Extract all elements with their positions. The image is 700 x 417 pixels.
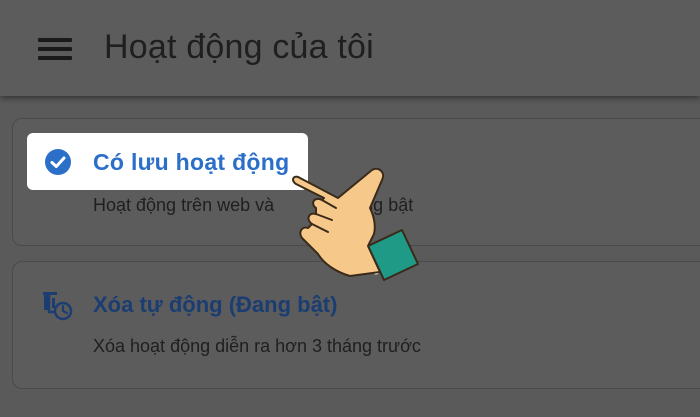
auto-delete-subtitle: Xóa hoạt động diễn ra hơn 3 tháng trước [93,336,421,356]
auto-delete-icon [43,292,73,321]
hamburger-menu-icon[interactable] [38,36,72,62]
menu-line [38,56,72,60]
activity-saving-title[interactable]: Có lưu hoạt động [93,149,289,176]
subtitle-text-left: Hoạt động trên web và [93,195,275,215]
menu-line [38,38,72,42]
page-title: Hoạt động của tôi [104,28,374,66]
auto-delete-title[interactable]: Xóa tự động (Đang bật) [93,292,337,318]
check-circle-icon [45,149,71,175]
pointing-hand-icon [292,168,419,281]
app-bar: Hoạt động của tôi [0,0,700,96]
menu-line [38,47,72,51]
